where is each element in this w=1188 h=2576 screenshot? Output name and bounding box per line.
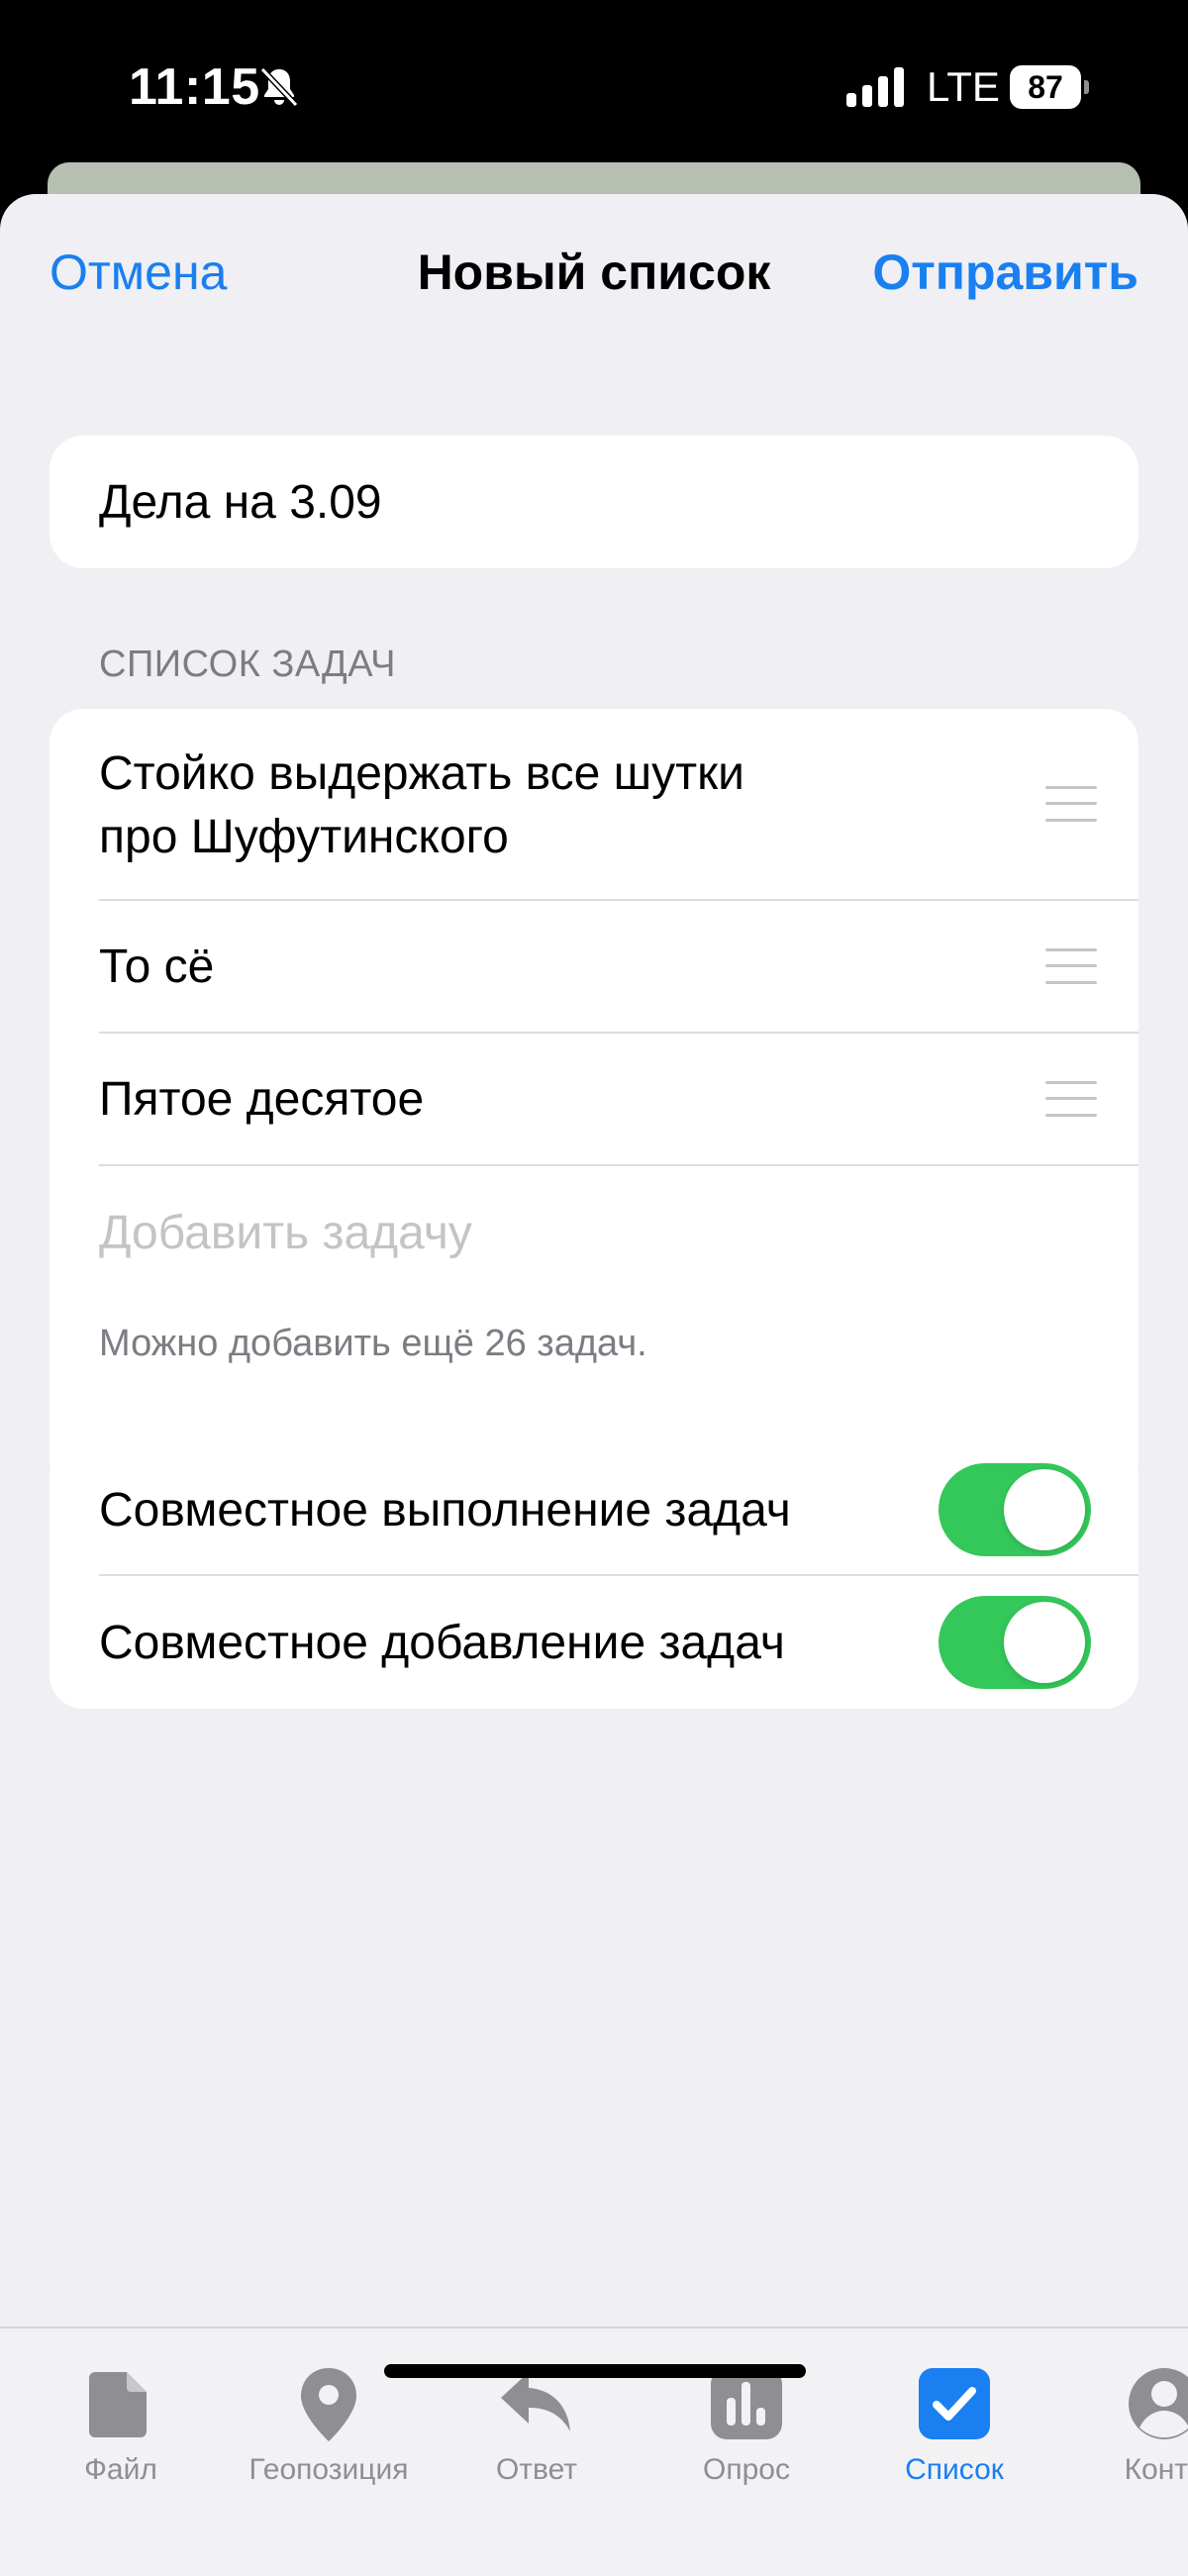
- task-row[interactable]: Стойко выдержать все шутки про Шуфутинск…: [50, 709, 1138, 901]
- toggle-knob: [1004, 1469, 1085, 1550]
- tasks-list: Стойко выдержать все шутки про Шуфутинск…: [50, 709, 1138, 1495]
- tab-checklist[interactable]: Список: [855, 2328, 1053, 2526]
- status-bar: 11:15 LTE 87: [0, 0, 1188, 168]
- tab-file-label: Файл: [84, 2453, 157, 2486]
- send-button[interactable]: Отправить: [872, 244, 1138, 301]
- task-row[interactable]: То сё: [50, 901, 1138, 1034]
- battery-icon: 87: [1010, 65, 1089, 109]
- cancel-button[interactable]: Отмена: [50, 244, 227, 301]
- drag-handle-icon[interactable]: [1045, 1081, 1097, 1117]
- task-row[interactable]: Пятое десятое: [50, 1034, 1138, 1166]
- network-type: LTE: [927, 63, 1000, 110]
- option-row-shared-adding: Совместное добавление задач: [50, 1576, 1138, 1709]
- file-icon: [89, 2372, 147, 2437]
- tab-poll[interactable]: Опрос: [647, 2328, 845, 2526]
- tab-poll-label: Опрос: [703, 2453, 790, 2486]
- task-text: Пятое десятое: [99, 1073, 425, 1126]
- tasks-section-header: СПИСОК ЗАДАЧ: [99, 644, 396, 685]
- drag-handle-icon[interactable]: [1045, 786, 1097, 822]
- tab-location-label: Геопозиция: [248, 2453, 409, 2486]
- shared-adding-toggle[interactable]: [939, 1596, 1091, 1689]
- add-task-row[interactable]: [50, 1166, 1138, 1299]
- option-row-shared-completion: Совместное выполнение задач: [50, 1443, 1138, 1576]
- drag-handle-icon[interactable]: [1045, 948, 1097, 984]
- tab-reply-label: Ответ: [495, 2453, 578, 2486]
- silent-bell-icon: [259, 66, 299, 108]
- toggle-knob: [1004, 1602, 1085, 1683]
- shared-adding-label: Совместное добавление задач: [99, 1617, 785, 1669]
- tab-contact[interactable]: Конта: [1065, 2328, 1188, 2526]
- options-group: Совместное выполнение задач Совместное д…: [50, 1443, 1138, 1709]
- status-time: 11:15: [129, 58, 260, 116]
- remaining-tasks-note: Можно добавить ещё 26 задач.: [99, 1323, 647, 1364]
- tab-contact-label: Конта: [1124, 2453, 1188, 2486]
- task-text-line1: Стойко выдержать все шутки: [99, 747, 744, 800]
- task-text-line2: про Шуфутинского: [99, 811, 509, 863]
- new-list-sheet: Новый список Отмена Отправить Дела на 3.…: [0, 194, 1188, 2576]
- cellular-signal-icon: [846, 67, 904, 107]
- list-title-field[interactable]: Дела на 3.09: [50, 436, 1138, 568]
- home-indicator[interactable]: [384, 2364, 806, 2378]
- add-task-input[interactable]: [99, 1166, 1069, 1299]
- contact-person-icon: [1129, 2368, 1188, 2439]
- location-pin-icon: [301, 2368, 356, 2441]
- battery-level: 87: [1028, 69, 1063, 105]
- list-title-text: Дела на 3.09: [99, 476, 382, 529]
- checklist-checkbox-icon: [919, 2368, 990, 2439]
- tab-file[interactable]: Файл: [22, 2328, 220, 2526]
- task-text: То сё: [99, 941, 215, 993]
- tab-reply[interactable]: Ответ: [438, 2328, 636, 2526]
- shared-completion-toggle[interactable]: [939, 1463, 1091, 1556]
- tab-location[interactable]: Геопозиция: [230, 2328, 428, 2526]
- shared-completion-label: Совместное выполнение задач: [99, 1484, 791, 1536]
- tab-checklist-label: Список: [905, 2453, 1004, 2486]
